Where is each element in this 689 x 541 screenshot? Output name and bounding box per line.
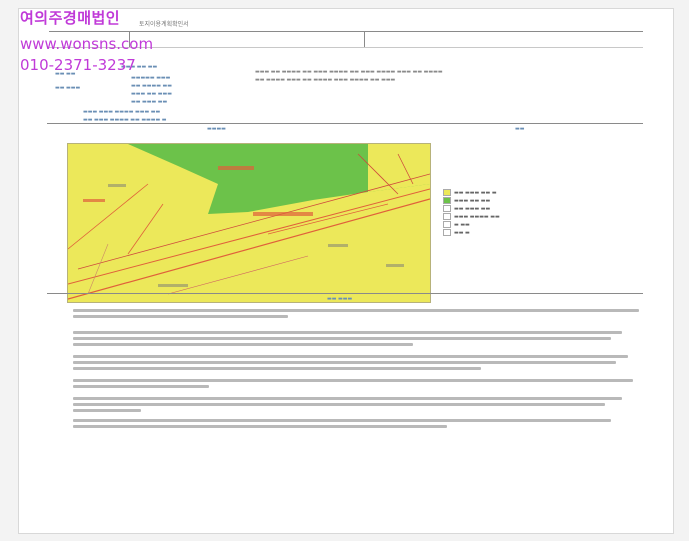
legend-item: ▬▬▬ ▬▬ ▬▬ <box>443 197 490 204</box>
blurred-text: ▬▬ ▬▬▬▬ ▬▬▬ ▬▬ ▬▬▬▬ ▬▬▬ ▬▬▬▬ ▬▬ ▬▬▬ <box>255 77 396 83</box>
notes-paragraph <box>73 419 639 431</box>
notes-paragraph <box>73 309 639 321</box>
blurred-label: ▬▬ ▬▬▬ <box>55 85 81 91</box>
zone-label-mark <box>83 199 105 202</box>
notes-paragraph <box>73 331 639 349</box>
legend-item: ▬▬ ▬▬▬ ▬▬ <box>443 205 490 212</box>
zone-label-mark <box>328 244 348 247</box>
blurred-label: ▬▬▬ ▬▬▬ ▬▬▬▬ ▬▬▬ ▬▬ <box>83 109 161 115</box>
blurred-label: ▬▬▬▬ <box>207 126 226 132</box>
legend-item: ▬ ▬▬ <box>443 221 470 228</box>
zone-label-mark <box>158 284 188 287</box>
zone-label-mark <box>253 212 313 216</box>
map-drawing <box>68 144 430 300</box>
parcel-line <box>68 198 430 300</box>
header-rule-top <box>49 31 643 32</box>
parcel-line <box>68 183 149 250</box>
parcel-line <box>267 203 389 235</box>
zone-label-mark <box>386 264 404 267</box>
document-page: 토지이용계획확인서 ▬▬▬ ▬▬ ▬▬ ▬▬ ▬▬ ▬▬ ▬▬▬ ▬▬▬▬▬ ▬… <box>18 8 674 534</box>
notes-paragraph <box>73 355 639 373</box>
watermark-phone: 010-2371-3237 <box>20 56 136 74</box>
document-title: 토지이용계획확인서 <box>139 21 189 28</box>
section-rule <box>47 123 643 124</box>
legend-item: ▬▬▬ ▬▬▬▬ ▬▬ <box>443 213 500 220</box>
parcel-line <box>87 243 109 295</box>
legend-item: ▬▬ ▬ <box>443 229 470 236</box>
parcel-line <box>127 203 164 255</box>
blurred-label: ▬▬ ▬▬▬▬ ▬▬ <box>131 83 172 89</box>
blurred-text: ▬▬▬ ▬▬ ▬▬▬▬ ▬▬ ▬▬▬ ▬▬▬▬ ▬▬ ▬▬▬ ▬▬▬▬ ▬▬▬ … <box>255 69 443 75</box>
legend-item: ▬▬ ▬▬▬ ▬▬ ▬ <box>443 189 497 196</box>
blurred-label: ▬▬ <box>515 126 525 132</box>
zone-label-mark <box>218 166 254 170</box>
yellow-zone-corner <box>368 144 430 192</box>
map-bottom-rule <box>47 293 643 294</box>
blurred-label: ▬▬▬ ▬▬ ▬▬▬ <box>131 91 172 97</box>
blurred-label: ▬▬ ▬▬▬ ▬▬ <box>131 99 168 105</box>
watermark-company: 여의주경매법인 <box>20 9 121 27</box>
blurred-label: ▬▬ ▬▬▬ <box>327 296 353 302</box>
land-use-map <box>67 143 431 303</box>
parcel-line <box>167 255 309 295</box>
notes-paragraph <box>73 397 639 415</box>
header-divider <box>364 31 365 47</box>
blurred-label: ▬▬▬▬▬ ▬▬▬ <box>131 75 171 81</box>
notes-paragraph <box>73 379 639 391</box>
watermark-website[interactable]: www.wonsns.com <box>20 35 153 53</box>
zone-label-mark <box>108 184 126 187</box>
